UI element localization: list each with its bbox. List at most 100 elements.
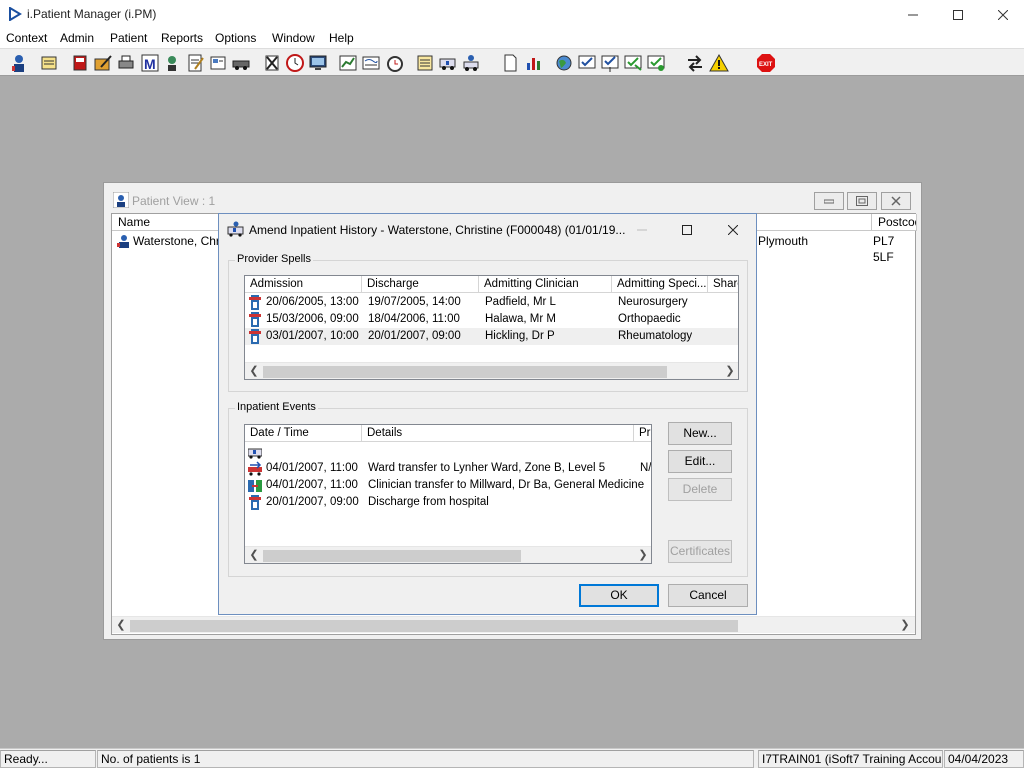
- minimize-button[interactable]: [890, 0, 936, 30]
- list-icon[interactable]: [415, 53, 435, 73]
- stopwatch-icon[interactable]: [385, 53, 405, 73]
- toolbar: M EXIT: [0, 48, 1024, 76]
- dialog-maximize-button[interactable]: [674, 219, 700, 241]
- scroll-left-icon[interactable]: ❮: [247, 364, 261, 378]
- admission-icon: [248, 448, 262, 459]
- mdi-close-button[interactable]: [881, 192, 911, 210]
- spell-row[interactable]: 20/06/2005, 13:00 19/07/2005, 14:00 Padf…: [245, 294, 738, 311]
- scroll-right-icon[interactable]: ❯: [723, 364, 737, 378]
- scroll-thumb[interactable]: [130, 620, 738, 632]
- scroll-thumb[interactable]: [263, 366, 667, 378]
- folder-pencil-icon[interactable]: [93, 53, 113, 73]
- notepad-icon[interactable]: [39, 53, 59, 73]
- notes-icon[interactable]: [361, 53, 381, 73]
- close-icon: [728, 225, 738, 235]
- mdi-minimize-button[interactable]: [814, 192, 844, 210]
- monitor-icon[interactable]: [308, 53, 328, 73]
- column-header-share[interactable]: Share: [708, 276, 738, 293]
- column-header-pr[interactable]: Pr: [634, 425, 651, 442]
- printer-icon[interactable]: [116, 53, 136, 73]
- column-header-date-time[interactable]: Date / Time: [245, 425, 362, 442]
- spell-clinician: Hickling, Dr P: [485, 330, 555, 342]
- event-row[interactable]: 03/01/2007, 10:00 Admission to hospital …: [245, 443, 651, 460]
- menu-admin[interactable]: Admin: [60, 31, 94, 45]
- mdi-restore-button[interactable]: [847, 192, 877, 210]
- scroll-left-icon[interactable]: ❮: [114, 618, 128, 632]
- provider-spells-list[interactable]: Admission Discharge Admitting Clinician …: [244, 275, 739, 380]
- add-patient-icon[interactable]: [9, 53, 29, 73]
- scroll-left-icon[interactable]: ❮: [247, 548, 261, 562]
- maximize-button[interactable]: [935, 0, 981, 30]
- new-event-button[interactable]: New...: [668, 422, 732, 445]
- book-icon[interactable]: [70, 53, 90, 73]
- car-icon[interactable]: [231, 53, 251, 73]
- spell-admission: 03/01/2007, 10:00: [266, 330, 359, 342]
- globe-icon[interactable]: [554, 53, 574, 73]
- spell-row[interactable]: 03/01/2007, 10:00 20/01/2007, 09:00 Hick…: [245, 328, 738, 345]
- patient-view-icon: [113, 192, 129, 208]
- ambulance-person-icon[interactable]: [461, 53, 481, 73]
- menu-context[interactable]: Context: [6, 31, 47, 45]
- check-list-icon[interactable]: [577, 53, 597, 73]
- ambulance-icon[interactable]: [438, 53, 458, 73]
- patient-town-cell[interactable]: Plymouth: [758, 233, 808, 249]
- discharge-icon: [249, 495, 261, 510]
- clock-icon[interactable]: [285, 53, 305, 73]
- certificates-button[interactable]: Certificates: [668, 540, 732, 563]
- patient-list-hscrollbar[interactable]: ❮ ❯: [112, 616, 915, 633]
- menu-window[interactable]: Window: [272, 31, 315, 45]
- warning-icon[interactable]: [709, 53, 729, 73]
- provider-spells-label: Provider Spells: [235, 253, 313, 265]
- spell-specialty: Orthopaedic: [618, 313, 681, 325]
- inpatient-events-label: Inpatient Events: [235, 401, 318, 413]
- scroll-right-icon[interactable]: ❯: [636, 548, 650, 562]
- document-edit-icon[interactable]: [185, 53, 205, 73]
- column-header-admitting-clinician[interactable]: Admitting Clinician: [479, 276, 612, 293]
- dialog-icon: [227, 221, 244, 237]
- spell-row[interactable]: 15/03/2006, 09:00 18/04/2006, 11:00 Hala…: [245, 311, 738, 328]
- scroll-thumb[interactable]: [263, 550, 521, 562]
- bar-chart-icon[interactable]: [524, 53, 544, 73]
- menu-options[interactable]: Options: [215, 31, 256, 45]
- column-header-details[interactable]: Details: [362, 425, 634, 442]
- spell-specialty: Neurosurgery: [618, 296, 688, 308]
- menu-help[interactable]: Help: [329, 31, 354, 45]
- dialog-close-button[interactable]: [720, 219, 746, 241]
- event-row[interactable]: 20/01/2007, 09:00 Discharge from hospita…: [245, 494, 651, 511]
- restore-icon: [856, 196, 868, 206]
- column-header-admitting-specialty[interactable]: Admitting Speci...: [612, 276, 708, 293]
- close-button[interactable]: [980, 0, 1024, 30]
- page-icon[interactable]: [500, 53, 520, 73]
- scroll-right-icon[interactable]: ❯: [898, 618, 912, 632]
- column-header-postcode[interactable]: Postcode: [872, 214, 917, 231]
- chart-frame-icon[interactable]: [338, 53, 358, 73]
- transfer-arrows-icon[interactable]: [685, 53, 705, 73]
- event-row[interactable]: 04/01/2007, 11:00 Ward transfer to Lynhe…: [245, 460, 651, 477]
- menu-reports[interactable]: Reports: [161, 31, 203, 45]
- inpatient-events-hscrollbar[interactable]: ❮ ❯: [245, 546, 651, 563]
- event-row[interactable]: 04/01/2007, 11:00 Clinician transfer to …: [245, 477, 651, 494]
- person-pin-icon[interactable]: [162, 53, 182, 73]
- ok-button[interactable]: OK: [579, 584, 659, 607]
- letter-m-icon[interactable]: M: [140, 53, 160, 73]
- inpatient-events-list[interactable]: Date / Time Details Pr 03/01/2007, 10:00…: [244, 424, 652, 564]
- patient-icon: [117, 235, 129, 248]
- delete-event-button[interactable]: Delete: [668, 478, 732, 501]
- cancel-button[interactable]: Cancel: [668, 584, 748, 607]
- menu-patient[interactable]: Patient: [110, 31, 147, 45]
- edit-event-button[interactable]: Edit...: [668, 450, 732, 473]
- check-list-arrow-icon[interactable]: [623, 53, 643, 73]
- provider-spells-hscrollbar[interactable]: ❮ ❯: [245, 362, 738, 379]
- exit-icon[interactable]: EXIT: [756, 53, 776, 73]
- cancel-document-icon[interactable]: [262, 53, 282, 73]
- event-details: Ward transfer to Lynher Ward, Zone B, Le…: [368, 462, 606, 474]
- check-list-green-icon[interactable]: [646, 53, 666, 73]
- check-list-down-icon[interactable]: [600, 53, 620, 73]
- event-pr: N/: [640, 462, 652, 474]
- column-header-discharge[interactable]: Discharge: [362, 276, 479, 293]
- minimize-icon: [637, 229, 647, 231]
- column-header-admission[interactable]: Admission: [245, 276, 362, 293]
- patient-postcode-cell[interactable]: PL7 5LF: [873, 233, 915, 264]
- form-icon[interactable]: [208, 53, 228, 73]
- exit-label: EXIT: [759, 62, 773, 68]
